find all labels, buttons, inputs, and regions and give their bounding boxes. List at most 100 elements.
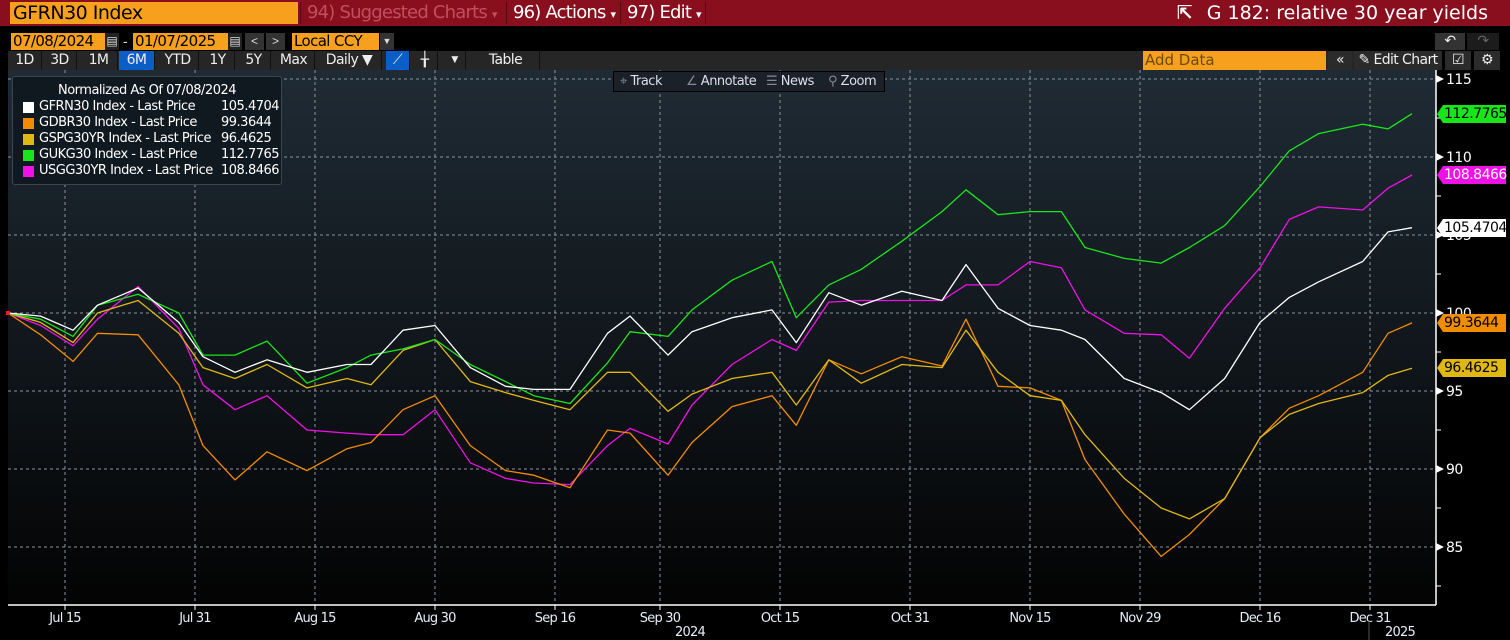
collapse-icon[interactable]: « xyxy=(1328,51,1352,70)
x-tick-label: Sep 16 xyxy=(535,611,576,626)
period-ytd[interactable]: YTD xyxy=(157,51,199,70)
currency-select[interactable]: Local CCY xyxy=(292,33,379,50)
y-tick-mark xyxy=(1436,75,1444,83)
range-dash: - xyxy=(123,33,128,49)
tag-value: 96.4625 xyxy=(1444,360,1499,377)
calendar-icon[interactable]: ▤ xyxy=(105,33,119,50)
legend-value: 99.3644 xyxy=(221,115,272,130)
last-price-tag: 112.7765 xyxy=(1437,104,1507,123)
period-6m[interactable]: 6M xyxy=(119,51,155,70)
legend-swatch xyxy=(23,166,34,177)
annotate-tool[interactable]: ∠ Annotate xyxy=(686,72,757,91)
period-5y[interactable]: 5Y xyxy=(237,51,271,70)
start-date-input[interactable]: 07/08/2024 xyxy=(11,33,105,50)
period-1m[interactable]: 1M xyxy=(80,51,118,70)
legend-label: USGG30YR Index - Last Price xyxy=(39,163,213,178)
x-tick-label: Dec 16 xyxy=(1239,611,1281,626)
actions-label: 96) Actions xyxy=(513,2,606,23)
y-tick-mark xyxy=(1436,153,1444,161)
pencil-icon: ∠ xyxy=(686,74,698,89)
y-tick-mark xyxy=(1436,543,1444,551)
edit-chart-button[interactable]: ✎ Edit Chart xyxy=(1354,51,1442,70)
news-tool[interactable]: ☰ News xyxy=(766,72,814,91)
legend-item[interactable]: GDBR30 Index - Last Price 99.3644 xyxy=(13,115,281,131)
magnifier-icon: ⚲ xyxy=(828,74,838,89)
add-data-input[interactable]: Add Data xyxy=(1143,51,1326,70)
last-price-tag: 105.4704 xyxy=(1437,218,1507,237)
legend-item[interactable]: USGG30YR Index - Last Price 108.8466 xyxy=(13,163,281,179)
legend-value: 112.7765 xyxy=(221,147,280,162)
track-label: Track xyxy=(630,74,662,89)
tag-value: 105.4704 xyxy=(1444,219,1507,236)
x-tick-label: Aug 30 xyxy=(414,611,456,626)
legend-item[interactable]: GUKG30 Index - Last Price 112.7765 xyxy=(13,147,281,163)
y-tick-label: 85 xyxy=(1446,540,1463,556)
legend-item[interactable]: GSPG30YR Index - Last Price 96.4625 xyxy=(13,131,281,147)
chevron-down-icon: ▾ xyxy=(491,8,497,21)
chart-title: ⇱ G 182: relative 30 year yields xyxy=(1177,1,1488,25)
tag-value: 99.3644 xyxy=(1444,314,1499,331)
tag-value: 108.8466 xyxy=(1444,166,1507,183)
crosshair-icon: ⌖ xyxy=(620,74,627,89)
ticker-input[interactable]: GFRN30 Index xyxy=(10,2,298,24)
suggested-label: 94) Suggested Charts xyxy=(307,2,488,23)
legend-label: GUKG30 Index - Last Price xyxy=(39,147,198,162)
title-text: G 182: relative 30 year yields xyxy=(1206,2,1488,24)
x-tick-label: Oct 15 xyxy=(761,611,800,626)
legend: Normalized As Of 07/08/2024 GFRN30 Index… xyxy=(12,76,282,185)
news-label: News xyxy=(780,74,815,89)
period-1y[interactable]: 1Y xyxy=(201,51,235,70)
chevron-down-icon: ▾ xyxy=(610,8,616,21)
x-tick-label: Nov 15 xyxy=(1009,611,1051,626)
y-tick-label: 110 xyxy=(1446,150,1471,166)
line-chart-icon[interactable]: ⟋ xyxy=(386,51,410,70)
chevron-down-icon[interactable]: ▼ xyxy=(380,33,394,50)
period-1d[interactable]: 1D xyxy=(8,51,42,70)
edit-label: 97) Edit xyxy=(627,2,692,23)
pencil-icon: ✎ xyxy=(1358,52,1370,68)
chart-tools-toolbar: ⌖ Track ∠ Annotate ☰ News ⚲ Zoom xyxy=(613,71,885,92)
x-tick-label: Oct 31 xyxy=(891,611,930,626)
legend-title: Normalized As Of 07/08/2024 xyxy=(57,83,237,98)
undo-icon[interactable]: ↶ xyxy=(1435,33,1465,50)
legend-value: 108.8466 xyxy=(221,163,280,178)
edit-menu[interactable]: 97) Edit ▾ xyxy=(620,2,706,24)
x-tick-label: Jul 15 xyxy=(48,611,81,626)
annotation-settings-icon[interactable]: ☑ xyxy=(1445,51,1471,70)
legend-swatch xyxy=(23,102,34,113)
period-max[interactable]: Max xyxy=(273,51,315,70)
frequency-select[interactable]: Daily ▼ xyxy=(317,51,382,70)
y-tick-label: 115 xyxy=(1446,72,1471,88)
chevron-down-icon: ▾ xyxy=(696,8,701,21)
calendar-icon[interactable]: ▤ xyxy=(228,33,242,50)
prev-period-button[interactable]: < xyxy=(245,33,264,50)
x-year-label: 2024 xyxy=(675,625,705,640)
last-price-tag: 108.8466 xyxy=(1437,165,1507,184)
legend-swatch xyxy=(23,118,34,129)
gear-icon[interactable]: ⚙ xyxy=(1474,51,1500,70)
suggested-charts-menu[interactable]: 94) Suggested Charts ▾ xyxy=(300,2,505,24)
actions-menu[interactable]: 96) Actions ▾ xyxy=(506,2,618,24)
zoom-tool[interactable]: ⚲ Zoom xyxy=(828,72,877,91)
x-tick-label: Dec 31 xyxy=(1349,611,1391,626)
y-tick-label: 90 xyxy=(1446,462,1463,478)
track-tool[interactable]: ⌖ Track xyxy=(620,72,662,91)
zoom-label: Zoom xyxy=(840,74,877,89)
chevron-down-icon[interactable]: ▼ xyxy=(444,51,466,70)
annotate-label: Annotate xyxy=(700,74,757,89)
x-year-label: 2025 xyxy=(1385,625,1415,640)
redo-icon[interactable]: ↷ xyxy=(1467,33,1499,50)
legend-label: GSPG30YR Index - Last Price xyxy=(39,131,212,146)
next-period-button[interactable]: > xyxy=(266,33,285,50)
legend-item[interactable]: GFRN30 Index - Last Price 105.4704 xyxy=(13,99,281,115)
x-tick-label: Aug 15 xyxy=(294,611,336,626)
x-tick-label: Sep 30 xyxy=(640,611,681,626)
bar-chart-type-icon[interactable]: ╁ xyxy=(412,51,438,70)
legend-value: 96.4625 xyxy=(221,131,272,146)
period-3d[interactable]: 3D xyxy=(43,51,77,70)
table-button[interactable]: Table xyxy=(472,51,540,70)
external-link-icon[interactable]: ⇱ xyxy=(1177,2,1193,24)
end-date-input[interactable]: 01/07/2025 xyxy=(133,33,228,50)
legend-label: GFRN30 Index - Last Price xyxy=(39,99,196,114)
legend-swatch xyxy=(23,150,34,161)
